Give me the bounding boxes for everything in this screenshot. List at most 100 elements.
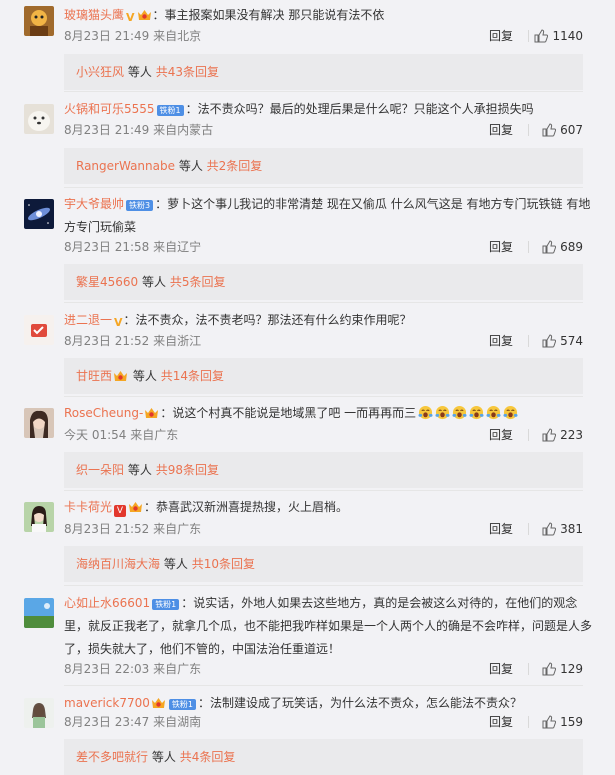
sub-reply-user[interactable]: 织一朵阳 [76, 463, 124, 477]
thumbs-up-icon [542, 240, 557, 254]
avatar[interactable] [24, 199, 54, 229]
comment-feed: 玻璃猫头鹰 V ：事主报案如果没有解决 那只能说有法不依 8月23日 21:49 来… [0, 0, 615, 775]
like-button[interactable]: 223 [542, 426, 583, 444]
fan-badge: 铁粉1 [156, 105, 184, 116]
reply-button[interactable]: 回复 [489, 713, 513, 731]
username[interactable]: 心如止水66601 [64, 596, 150, 610]
comment-text: ：事主报案如果没有解决 那只能说有法不依 [152, 8, 385, 22]
fan-badge: 铁粉1 [152, 599, 180, 610]
like-button[interactable]: 607 [542, 121, 583, 139]
sub-reply-summary[interactable]: 差不多吧就行 等人 共4条回复 [64, 739, 583, 775]
avatar[interactable] [24, 502, 54, 532]
sub-reply-user[interactable]: 小兴狂风 [76, 65, 124, 79]
sub-reply-suffix: 等人 [132, 369, 157, 383]
avatar[interactable] [24, 104, 54, 134]
divider [64, 302, 583, 303]
sub-reply-suffix: 等人 [151, 750, 176, 764]
divider [528, 523, 529, 535]
divider [64, 91, 583, 92]
comment-text: ：法不责众吗？最后的处理后果是什么呢？只能这个人承担损失吗 [185, 102, 534, 116]
username[interactable]: RoseCheung- [64, 406, 143, 420]
avatar[interactable] [24, 698, 54, 728]
sub-reply-count[interactable]: 共4条回复 [180, 750, 236, 764]
like-button[interactable]: 1140 [534, 27, 583, 45]
avatar[interactable] [24, 408, 54, 438]
like-count: 574 [560, 334, 583, 348]
thumbs-up-icon [542, 522, 557, 536]
sub-reply-suffix: 等人 [127, 463, 152, 477]
sub-reply-summary[interactable]: 织一朵阳 等人 共98条回复 [64, 452, 583, 488]
sub-reply-user[interactable]: RangerWannabe [76, 159, 175, 173]
username[interactable]: 宇大爷最帅 [64, 197, 124, 211]
like-button[interactable]: 159 [542, 713, 583, 731]
sub-reply-suffix: 等人 [142, 275, 167, 289]
like-button[interactable]: 129 [542, 660, 583, 678]
divider [64, 396, 583, 397]
comment-meta: 8月23日 21:52 来自广东 [64, 522, 202, 536]
sub-reply-user[interactable]: 繁星45660 [76, 275, 138, 289]
avatar[interactable] [24, 598, 54, 628]
sub-reply-summary[interactable]: 甘旺西 等人 共14条回复 [64, 358, 583, 394]
reply-button[interactable]: 回复 [489, 660, 513, 678]
like-button[interactable]: 574 [542, 332, 583, 350]
vip-crown-icon [151, 698, 165, 708]
divider [528, 241, 529, 253]
divider [64, 490, 583, 491]
username[interactable]: 进二退一 [64, 313, 112, 327]
sub-reply-summary[interactable]: 小兴狂风 等人 共43条回复 [64, 54, 583, 90]
sub-reply-count[interactable]: 共43条回复 [156, 65, 219, 79]
comment-text: ：恭喜武汉新洲喜提热搜，火上眉梢。 [144, 500, 349, 514]
thumbs-up-icon [542, 715, 557, 729]
sub-reply-count[interactable]: 共98条回复 [156, 463, 219, 477]
reply-button[interactable]: 回复 [489, 238, 513, 256]
fan-badge: 铁粉3 [126, 200, 154, 211]
sub-reply-count[interactable]: 共5条回复 [170, 275, 226, 289]
thumbs-up-icon [542, 428, 557, 442]
like-count: 381 [560, 522, 583, 536]
verified-v-icon: V [114, 505, 127, 517]
comment-meta: 8月23日 23:47 来自湖南 [64, 715, 202, 729]
like-count: 129 [560, 662, 583, 676]
reply-button[interactable]: 回复 [489, 27, 513, 45]
yawn-emoji-icon [452, 405, 467, 420]
thumbs-up-icon [542, 662, 557, 676]
username[interactable]: 玻璃猫头鹰 [64, 8, 124, 22]
sub-reply-count[interactable]: 共10条回复 [192, 557, 255, 571]
sub-reply-summary[interactable]: 繁星45660 等人 共5条回复 [64, 264, 583, 300]
like-count: 159 [560, 715, 583, 729]
comment-meta: 8月23日 22:03 来自广东 [64, 662, 202, 676]
vip-crown-icon [145, 408, 159, 418]
sub-reply-user[interactable]: 海纳百川海大海 [76, 557, 160, 571]
like-count: 223 [560, 428, 583, 442]
divider [528, 716, 529, 728]
avatar[interactable] [24, 6, 54, 36]
sub-reply-user[interactable]: 差不多吧就行 [76, 750, 148, 764]
reply-button[interactable]: 回复 [489, 332, 513, 350]
reply-button[interactable]: 回复 [489, 520, 513, 538]
divider [64, 685, 583, 686]
reply-button[interactable]: 回复 [489, 426, 513, 444]
sub-reply-suffix: 等人 [178, 159, 203, 173]
comment-text: ：说这个村真不能说是地域黑了吧 一而再再而三 [160, 406, 417, 420]
comment-text: ：法制建设成了玩笑话，为什么法不责众，怎么能法不责众？ [197, 696, 522, 710]
sub-reply-user[interactable]: 甘旺西 [76, 369, 112, 383]
avatar[interactable] [24, 315, 54, 345]
fan-badge: 铁粉1 [168, 699, 196, 710]
comment-meta: 8月23日 21:58 来自辽宁 [64, 240, 202, 254]
username[interactable]: maverick7700 [64, 696, 150, 710]
divider [64, 187, 583, 188]
comment-meta: 今天 01:54 来自广东 [64, 428, 179, 442]
like-button[interactable]: 381 [542, 520, 583, 538]
sub-reply-count[interactable]: 共14条回复 [161, 369, 224, 383]
username[interactable]: 火锅和可乐5555 [64, 102, 155, 116]
username[interactable]: 卡卡荷光 [64, 500, 112, 514]
sub-reply-summary[interactable]: RangerWannabe 等人 共2条回复 [64, 148, 583, 184]
reply-button[interactable]: 回复 [489, 121, 513, 139]
like-button[interactable]: 689 [542, 238, 583, 256]
yawn-emoji-icon [435, 405, 450, 420]
vip-crown-icon [129, 502, 143, 512]
like-count: 607 [560, 123, 583, 137]
sub-reply-summary[interactable]: 海纳百川海大海 等人 共10条回复 [64, 546, 583, 582]
sub-reply-count[interactable]: 共2条回复 [207, 159, 263, 173]
divider [528, 335, 529, 347]
